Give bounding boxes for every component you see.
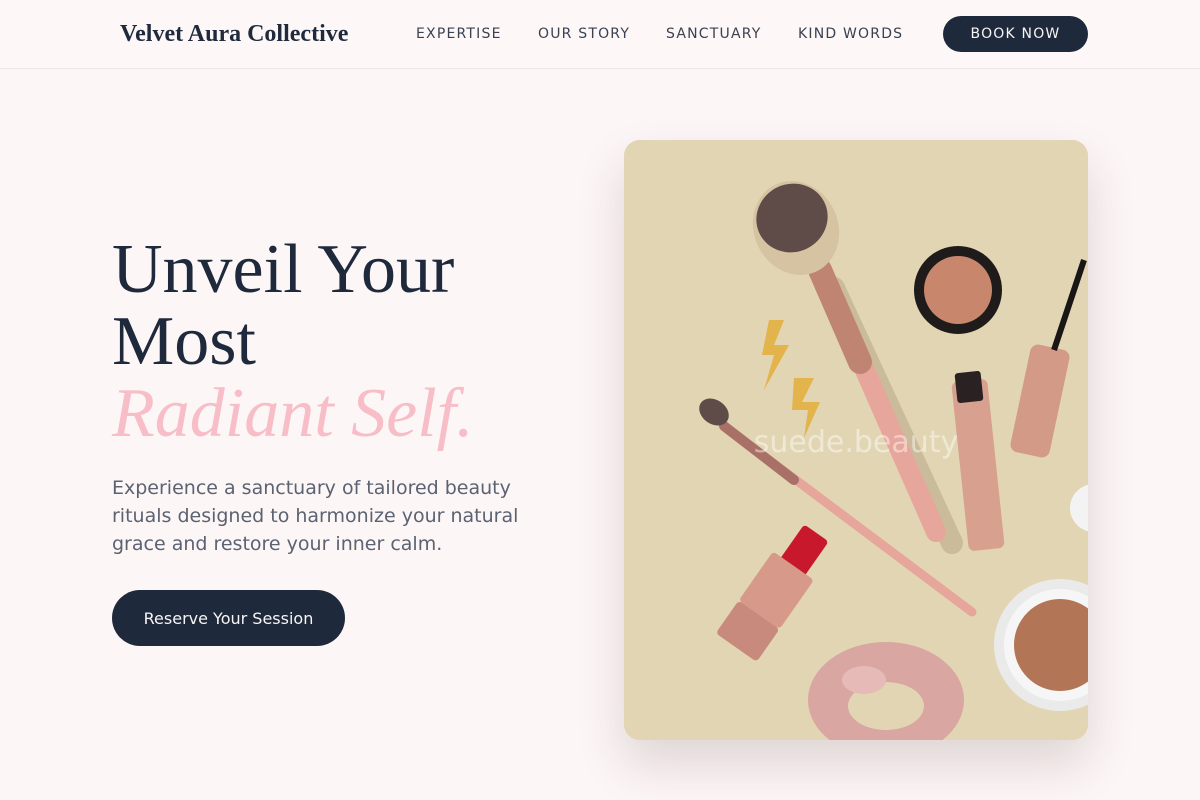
hero-subtext: Experience a sanctuary of tailored beaut…	[112, 477, 519, 555]
nav-link-expertise[interactable]: EXPERTISE	[416, 24, 502, 44]
top-navbar: Velvet Aura Collective EXPERTISE OUR STO…	[0, 0, 1200, 69]
nav-link-kind-words[interactable]: KIND WORDS	[798, 24, 903, 44]
book-now-button[interactable]: BOOK NOW	[943, 16, 1088, 52]
makeup-flatlay-image: suede.beauty	[624, 140, 1088, 740]
reserve-session-button[interactable]: Reserve Your Session	[112, 590, 345, 646]
headline-line-2: Most	[112, 303, 256, 380]
nav-link-sanctuary[interactable]: SANCTUARY	[666, 24, 762, 44]
headline-line-1: Unveil Your	[112, 231, 455, 308]
nav-link-our-story[interactable]: OUR STORY	[538, 24, 630, 44]
brand-logo[interactable]: Velvet Aura Collective	[120, 18, 348, 50]
blush-pot	[914, 246, 1002, 334]
hero-headline: Unveil Your Most Radiant Self.	[112, 234, 572, 450]
image-watermark: suede.beauty	[754, 425, 959, 460]
headline-accent: Radiant Self.	[112, 375, 474, 452]
